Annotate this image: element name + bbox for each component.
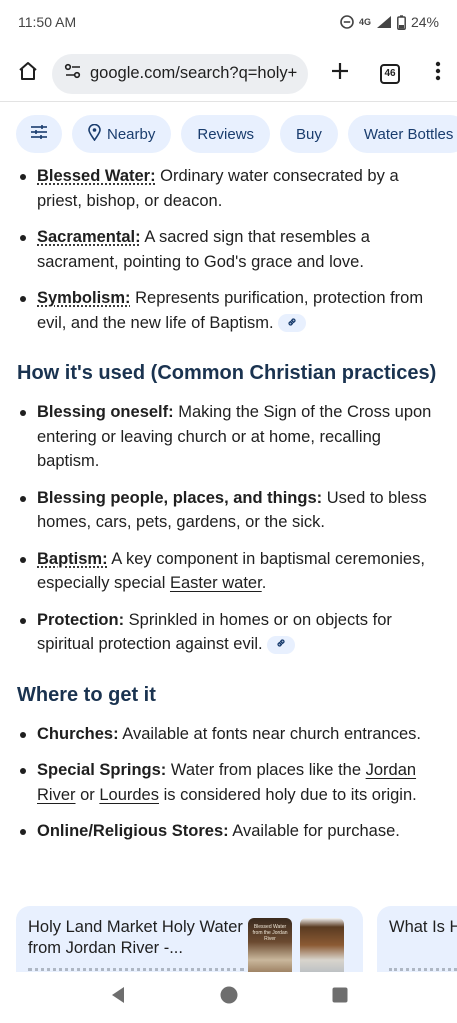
- list-item: Special Springs: Water from places like …: [17, 758, 440, 807]
- item-term: Blessing oneself:: [37, 403, 174, 421]
- product-cards: Holy Land Market Holy Water from Jordan …: [16, 906, 457, 972]
- battery-percent: 24%: [410, 14, 439, 30]
- thumbnail-label: Blessed Water from the Jordan River: [252, 924, 288, 942]
- chip-filters[interactable]: [16, 115, 62, 153]
- network-4g-icon: 4G: [358, 17, 371, 27]
- item-text: or: [75, 785, 100, 804]
- term-link[interactable]: Sacramental:: [37, 228, 141, 246]
- source-link-button[interactable]: [277, 314, 306, 333]
- address-bar[interactable]: google.com/search?q=holy+: [52, 53, 308, 94]
- url-text: google.com/search?q=holy+: [90, 64, 298, 82]
- item-term: Special Springs:: [37, 761, 167, 779]
- system-nav-bar: [0, 972, 457, 1023]
- tabs-icon: 46: [380, 63, 400, 84]
- home-button[interactable]: [6, 52, 50, 96]
- home-nav-button[interactable]: [209, 978, 249, 1018]
- signal-icon: [376, 15, 392, 29]
- product-card[interactable]: What Is H... Marian: [377, 906, 457, 972]
- list-item: Blessed Water: Ordinary water consecrate…: [17, 164, 440, 213]
- where-list: Churches: Available at fonts near church…: [17, 722, 440, 844]
- link-icon: [286, 311, 298, 336]
- chip-buy[interactable]: Buy: [280, 115, 338, 153]
- back-button[interactable]: [98, 978, 138, 1018]
- item-text: Water from places like the: [166, 761, 366, 779]
- new-tab-icon: [330, 61, 350, 86]
- link-icon: [275, 632, 287, 657]
- list-item: Online/Religious Stores: Available for p…: [17, 819, 440, 844]
- recents-button[interactable]: [320, 978, 360, 1018]
- chip-reviews[interactable]: Reviews: [181, 115, 271, 153]
- chip-label: Reviews: [197, 125, 255, 143]
- status-time: 11:50 AM: [18, 14, 77, 30]
- ai-overview-content: Blessed Water: Ordinary water consecrate…: [0, 164, 457, 972]
- more-menu-icon: [435, 61, 441, 86]
- list-item: Sacramental: A sacred sign that resemble…: [17, 225, 440, 274]
- product-thumbnail: [300, 918, 344, 972]
- list-item: Blessing people, places, and things: Use…: [17, 486, 440, 535]
- home-circle-icon: [220, 986, 238, 1009]
- more-menu-button[interactable]: [420, 54, 456, 94]
- list-item: Baptism: A key component in baptismal ce…: [17, 547, 440, 596]
- new-tab-button[interactable]: [320, 54, 360, 94]
- list-item: Blessing oneself: Making the Sign of the…: [17, 400, 440, 474]
- item-text: is considered holy due to its origin.: [159, 785, 417, 804]
- item-text: Available at fonts near church entrances…: [118, 724, 421, 743]
- chip-label: Nearby: [107, 125, 156, 143]
- product-card[interactable]: Holy Land Market Holy Water from Jordan …: [16, 906, 363, 972]
- uses-list: Blessing oneself: Making the Sign of the…: [17, 400, 440, 657]
- term-link[interactable]: Blessed Water:: [37, 167, 156, 185]
- lourdes-link[interactable]: Lourdes: [99, 786, 159, 804]
- item-term: Protection:: [37, 610, 125, 629]
- section-heading-where: Where to get it: [17, 683, 156, 706]
- product-thumbnail: Blessed Water from the Jordan River: [248, 918, 292, 972]
- easter-water-link[interactable]: Easter water: [170, 574, 262, 592]
- source-link-button[interactable]: [266, 635, 295, 654]
- site-settings-icon[interactable]: [64, 63, 82, 84]
- list-item: Churches: Available at fonts near church…: [17, 722, 440, 747]
- list-item: Protection: Sprinkled in homes or on obj…: [17, 608, 440, 657]
- back-icon: [110, 986, 126, 1009]
- location-pin-icon: [88, 123, 101, 145]
- home-icon: [17, 60, 39, 87]
- item-term: Online/Religious Stores:: [37, 822, 229, 840]
- chip-label: Water Bottles: [363, 125, 454, 143]
- item-term: Blessing people, places, and things:: [37, 488, 323, 507]
- list-item: Symbolism: Represents purification, prot…: [17, 286, 440, 335]
- section-heading-uses: How it's used (Common Christian practice…: [17, 362, 437, 384]
- card-title: What Is H... Marian: [389, 918, 457, 936]
- dnd-icon: [340, 15, 354, 29]
- chip-water-bottles[interactable]: Water Bottles: [347, 115, 457, 153]
- meaning-list: Blessed Water: Ordinary water consecrate…: [17, 164, 440, 335]
- status-icons: 4G 24%: [340, 14, 439, 30]
- item-term: Churches:: [37, 724, 119, 743]
- status-bar: 11:50 AM 4G 24%: [0, 0, 457, 44]
- filter-icon: [30, 124, 48, 144]
- recents-icon: [332, 987, 348, 1008]
- chip-nearby[interactable]: Nearby: [72, 115, 172, 153]
- item-text: Available for purchase.: [228, 822, 400, 840]
- term-link[interactable]: Symbolism:: [37, 289, 131, 307]
- battery-icon: [397, 14, 406, 30]
- chip-label: Buy: [296, 125, 322, 143]
- filter-chips: Nearby Reviews Buy Water Bottles B: [16, 115, 457, 153]
- item-text: .: [261, 574, 267, 592]
- term-link[interactable]: Baptism:: [37, 550, 108, 568]
- card-title: Holy Land Market Holy Water from Jordan …: [28, 918, 243, 957]
- browser-toolbar: google.com/search?q=holy+ 46: [0, 46, 457, 102]
- tab-switcher-button[interactable]: 46: [370, 54, 410, 94]
